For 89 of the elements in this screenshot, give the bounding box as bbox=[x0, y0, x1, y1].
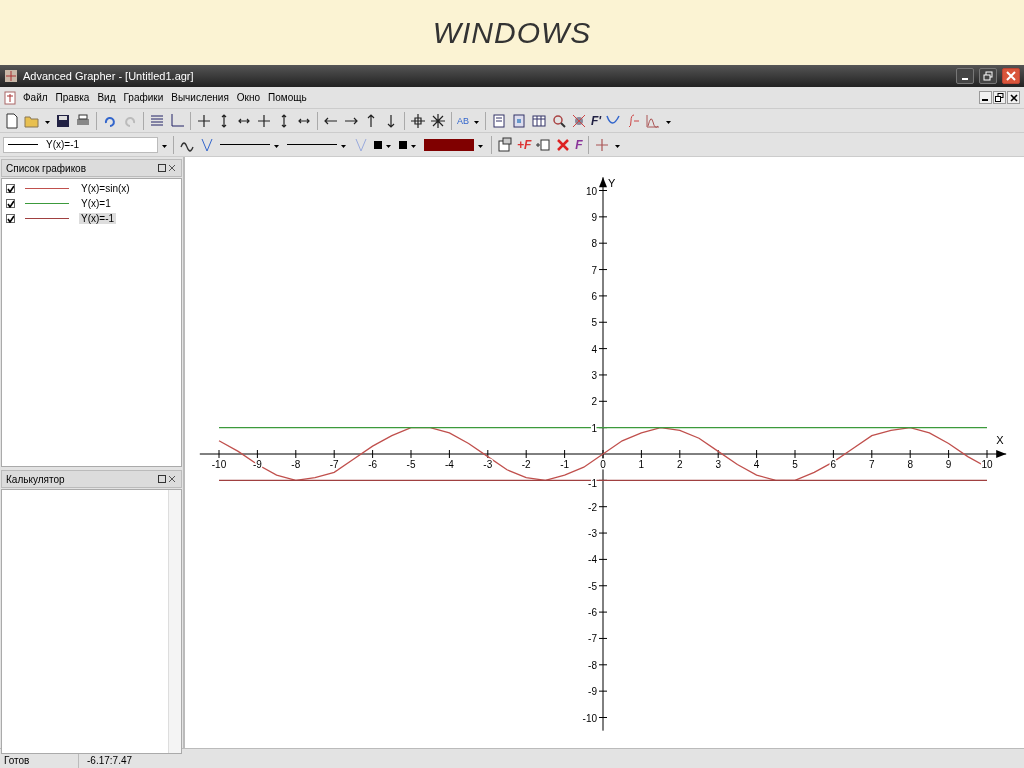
caret-icon[interactable] bbox=[341, 145, 346, 148]
text-button[interactable]: AB bbox=[456, 110, 470, 131]
tick-label: 7 bbox=[591, 264, 597, 276]
caret-icon[interactable] bbox=[474, 121, 479, 124]
slide-title: WINDOWS bbox=[432, 15, 592, 50]
graph-dropdown[interactable]: Y(x)=-1 bbox=[3, 136, 158, 153]
panel-title: Калькулятор bbox=[6, 473, 66, 485]
float-icon[interactable] bbox=[157, 164, 167, 172]
caret-icon[interactable] bbox=[614, 145, 620, 148]
caret-icon[interactable] bbox=[386, 145, 391, 148]
tick-label: -6 bbox=[588, 607, 597, 619]
graph-label[interactable]: Y(x)=1 bbox=[79, 198, 113, 209]
app-icon bbox=[4, 69, 18, 83]
tick-label: -5 bbox=[406, 459, 416, 470]
menu-item[interactable]: Вид bbox=[96, 91, 117, 104]
caret-icon[interactable] bbox=[162, 145, 167, 148]
menu-item[interactable]: Помощь bbox=[267, 91, 308, 104]
checkbox[interactable] bbox=[6, 214, 15, 223]
tick-label: -2 bbox=[588, 501, 597, 513]
minimize-button[interactable] bbox=[956, 68, 974, 84]
tick-label: -1 bbox=[588, 478, 597, 490]
tick-label: 5 bbox=[591, 317, 597, 329]
menu-item[interactable]: Вычисления bbox=[170, 91, 230, 104]
restore-button[interactable] bbox=[979, 68, 997, 84]
scrollbar[interactable] bbox=[168, 490, 181, 753]
graph-label[interactable]: Y(x)=sin(x) bbox=[79, 183, 132, 194]
axis-label: X bbox=[996, 434, 1004, 446]
tick-label: 6 bbox=[591, 290, 597, 302]
tick-label: 2 bbox=[591, 396, 597, 408]
minimize-button[interactable] bbox=[979, 91, 992, 104]
tick-label: 8 bbox=[907, 459, 913, 470]
add-function-button[interactable]: +F bbox=[516, 134, 533, 155]
function-button[interactable]: F bbox=[574, 134, 584, 155]
properties-icon[interactable] bbox=[496, 134, 514, 155]
tick-label: -8 bbox=[588, 659, 597, 671]
tick-label: 3 bbox=[715, 459, 721, 470]
tick-label: -5 bbox=[588, 580, 597, 592]
checkbox[interactable] bbox=[6, 184, 15, 193]
tick-label: 10 bbox=[585, 185, 597, 197]
derivative-button[interactable]: F' bbox=[590, 110, 603, 131]
tick-label: -9 bbox=[588, 686, 597, 698]
graph-label[interactable]: Y(x)=-1 bbox=[79, 213, 117, 224]
caret-icon[interactable] bbox=[478, 145, 483, 148]
tick-label: -8 bbox=[291, 459, 301, 470]
tick-label: 6 bbox=[830, 459, 837, 470]
tick-label: 1 bbox=[638, 459, 645, 470]
tick-label: 10 bbox=[981, 459, 993, 470]
caret-icon[interactable] bbox=[411, 145, 416, 148]
menu-item[interactable]: Файл bbox=[22, 91, 49, 104]
tick-label: 7 bbox=[869, 459, 875, 470]
tick-label: -1 bbox=[560, 459, 570, 470]
tick-label: 0 bbox=[600, 459, 606, 470]
tick-label: -10 bbox=[582, 712, 597, 724]
tick-label: -6 bbox=[368, 459, 378, 470]
tick-label: -3 bbox=[483, 459, 493, 470]
tick-label: 4 bbox=[753, 459, 760, 470]
tick-label: 9 bbox=[591, 211, 597, 223]
tick-label: -7 bbox=[329, 459, 339, 470]
caret-icon[interactable] bbox=[274, 145, 279, 148]
close-button[interactable] bbox=[1007, 91, 1020, 104]
tick-label: -4 bbox=[588, 554, 597, 566]
tick-label: 3 bbox=[591, 369, 597, 381]
close-icon[interactable] bbox=[167, 475, 177, 483]
tick-label: 8 bbox=[591, 238, 597, 250]
tick-label: 2 bbox=[677, 459, 683, 470]
caret-icon[interactable] bbox=[666, 121, 672, 124]
tick-label: -4 bbox=[444, 459, 454, 470]
close-icon[interactable] bbox=[167, 164, 177, 172]
tick-label: -10 bbox=[211, 459, 227, 470]
menu-item[interactable]: Окно bbox=[235, 91, 262, 104]
tick-label: -2 bbox=[521, 459, 531, 470]
tick-label: -7 bbox=[588, 633, 597, 645]
checkbox[interactable] bbox=[6, 199, 15, 208]
tick-label: 5 bbox=[792, 459, 798, 470]
caret-icon[interactable] bbox=[45, 121, 50, 124]
tick-label: 4 bbox=[591, 343, 597, 355]
restore-button[interactable] bbox=[993, 91, 1006, 104]
axis-label: Y bbox=[608, 177, 616, 190]
tick-label: 9 bbox=[945, 459, 952, 470]
tick-label: -3 bbox=[588, 528, 597, 540]
float-icon[interactable] bbox=[157, 475, 167, 483]
tick-label: 1 bbox=[591, 422, 597, 434]
coordinates-text: -6.17:7.47 bbox=[86, 754, 134, 766]
menu-item[interactable]: Графики bbox=[122, 91, 165, 104]
new-file-icon[interactable] bbox=[3, 110, 21, 131]
window-title: Advanced Grapher - [Untitled1.agr] bbox=[23, 70, 195, 82]
document-icon bbox=[4, 90, 16, 105]
panel-title: Список графиков bbox=[6, 162, 87, 174]
menu-item[interactable]: Правка bbox=[54, 91, 91, 104]
